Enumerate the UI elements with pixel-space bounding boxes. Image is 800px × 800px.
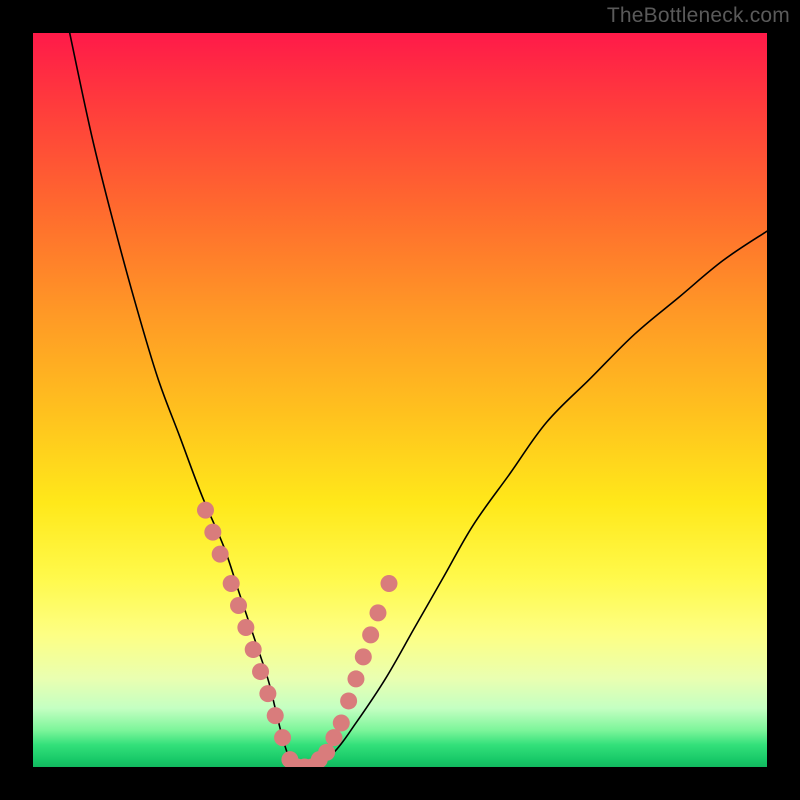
highlight-dot <box>380 575 397 592</box>
highlight-dot <box>230 597 247 614</box>
watermark-text: TheBottleneck.com <box>607 4 790 28</box>
highlight-dot <box>267 707 284 724</box>
highlight-dot <box>274 729 291 746</box>
highlight-dot <box>355 648 372 665</box>
highlight-dot <box>259 685 276 702</box>
highlight-dot <box>212 546 229 563</box>
highlight-dot <box>204 524 221 541</box>
highlight-dot <box>325 729 342 746</box>
svg-overlay <box>33 33 767 767</box>
highlight-dot <box>197 502 214 519</box>
highlight-dot <box>369 604 386 621</box>
highlight-dot <box>237 619 254 636</box>
highlight-dot <box>318 744 335 761</box>
highlight-dot <box>245 641 262 658</box>
highlight-dot <box>252 663 269 680</box>
highlight-dot <box>362 626 379 643</box>
plot-area <box>33 33 767 767</box>
highlight-dot <box>340 692 357 709</box>
bottleneck-curve <box>70 33 767 767</box>
highlight-dot <box>347 670 364 687</box>
highlight-dot <box>223 575 240 592</box>
highlight-dot <box>333 714 350 731</box>
chart-frame: TheBottleneck.com <box>0 0 800 800</box>
